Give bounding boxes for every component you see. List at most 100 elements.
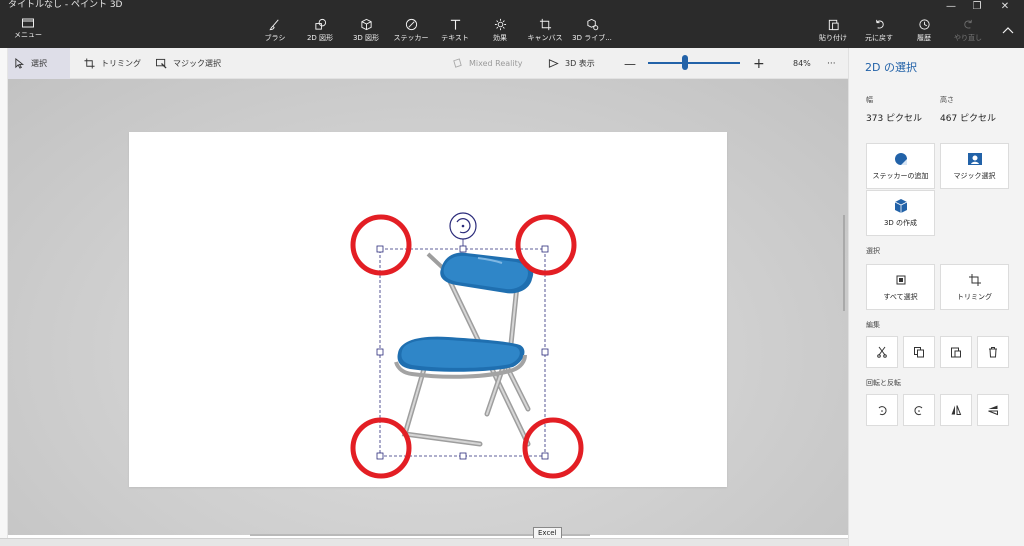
trash-icon [989,347,997,358]
rotate-right-button[interactable] [903,394,935,426]
width-value[interactable]: 373 ピクセル [866,111,922,124]
zoom-slider-thumb[interactable] [682,55,688,70]
select-all-button[interactable]: すべて選択 [866,264,935,310]
collapse-ribbon-button[interactable] [1000,22,1016,38]
left-edge [0,48,8,546]
undo-button[interactable]: 元に戻す [864,18,894,46]
resize-handle-right[interactable] [541,348,549,356]
annotation-circle-top-right [515,214,577,276]
tool-3d-shapes[interactable]: 3D 図形 [348,18,384,46]
annotation-circle-top-left [350,214,412,276]
paste-icon [951,347,961,358]
resize-handle-top-right[interactable] [541,245,549,253]
cursor-icon [15,58,25,69]
copy-icon [914,347,924,358]
stickers-icon [405,18,417,31]
redo-button[interactable]: やり直し [954,18,982,46]
maximize-icon: ❐ [972,0,982,12]
2d-shapes-icon [314,18,326,30]
folding-chair-image[interactable] [394,252,534,447]
height-label: 高さ [940,96,954,104]
resize-handle-top[interactable] [459,245,467,253]
magic-select-icon [156,58,167,69]
annotation-circle-bottom-left [350,417,412,479]
history-button[interactable]: 履歴 [913,18,935,46]
add-sticker-label: ステッカーの追加 [872,172,929,180]
tool-effects-label: 効果 [493,34,507,42]
delete-button[interactable] [977,336,1009,368]
magic-select-panel-label: マジック選択 [953,172,996,180]
paste-panel-button[interactable] [940,336,972,368]
tool-3d-library-label: 3D ライブ... [572,34,612,42]
make-3d-label: 3D の作成 [883,219,918,227]
select-tool-button[interactable]: 選択 [6,48,70,79]
height-value[interactable]: 467 ピクセル [940,111,996,124]
canvas-icon [539,18,551,31]
workspace [8,79,848,535]
tool-2d-shapes[interactable]: 2D 図形 [302,18,338,46]
plus-icon: + [753,55,765,72]
panel-title: 2D の選択 [865,61,917,74]
magic-select-panel-button[interactable]: マジック選択 [940,143,1009,189]
flip-vertical-button[interactable] [977,394,1009,426]
rotate-handle[interactable] [449,212,477,240]
folder-icon [22,18,34,28]
copy-button[interactable] [903,336,935,368]
resize-handle-bottom[interactable] [459,452,467,460]
tool-2d-shapes-label: 2D 図形 [306,34,334,42]
add-sticker-button[interactable]: ステッカーの追加 [866,143,935,189]
tool-canvas-label: キャンバス [527,34,563,42]
vertical-scrollbar[interactable] [843,215,845,311]
rotate-section-label: 回転と反転 [866,379,901,387]
crop-panel-button[interactable]: トリミング [940,264,1009,310]
menu-label: メニュー [14,31,42,39]
paste-button[interactable]: 貼り付け [818,18,848,46]
cut-button[interactable] [866,336,898,368]
mixed-reality-icon [453,58,462,68]
magic-select-label: マジック選択 [173,59,221,68]
select-tool-label: 選択 [31,59,47,68]
rotate-left-icon [878,406,887,416]
mixed-reality-button[interactable]: Mixed Reality [452,48,523,79]
minimize-button[interactable]: — [938,0,964,12]
tool-text[interactable]: テキスト [441,18,469,46]
tool-effects[interactable]: 効果 [488,18,512,46]
undo-label: 元に戻す [865,34,893,42]
menu-button[interactable]: メニュー [8,18,48,44]
select-all-icon [896,275,905,285]
resize-handle-top-left[interactable] [376,245,384,253]
resize-handle-left[interactable] [376,348,384,356]
close-button[interactable]: ✕ [992,0,1018,12]
flip-horizontal-icon [951,405,962,415]
maximize-button[interactable]: ❐ [964,0,990,12]
zoom-in-button[interactable]: + [753,48,765,79]
tool-stickers[interactable]: ステッカー [393,18,429,46]
zoom-slider-track[interactable] [648,62,740,64]
make-3d-button[interactable]: 3D の作成 [866,190,935,236]
more-options-button[interactable]: ··· [827,48,836,79]
magic-select-icon [967,153,982,165]
view-3d-button[interactable]: 3D 表示 [548,48,595,79]
paste-label: 貼り付け [819,34,847,42]
window-title: タイトルなし - ペイント 3D [8,0,123,10]
minimize-icon: — [946,0,956,12]
resize-handle-bottom-left[interactable] [376,452,384,460]
mixed-reality-label: Mixed Reality [469,59,523,68]
tool-text-label: テキスト [441,34,469,42]
title-bar: タイトルなし - ペイント 3D — ❐ ✕ メニュー ブラシ 2D 図形 3D… [0,0,1024,48]
view-3d-label: 3D 表示 [565,59,595,68]
tool-brush[interactable]: ブラシ [263,18,287,46]
annotation-circle-bottom-right [522,417,584,479]
cut-icon [877,346,887,358]
tool-3d-library[interactable]: 3D ライブ... [572,18,612,46]
zoom-out-button[interactable]: — [624,48,636,79]
tool-3d-shapes-label: 3D 図形 [352,34,380,42]
crop-tool-button[interactable]: トリミング [84,48,141,79]
undo-icon [875,19,884,29]
magic-select-button[interactable]: マジック選択 [156,48,221,79]
tool-canvas[interactable]: キャンバス [527,18,563,46]
resize-handle-bottom-right[interactable] [541,452,549,460]
tool-stickers-label: ステッカー [393,34,429,42]
flip-horizontal-button[interactable] [940,394,972,426]
rotate-left-button[interactable] [866,394,898,426]
